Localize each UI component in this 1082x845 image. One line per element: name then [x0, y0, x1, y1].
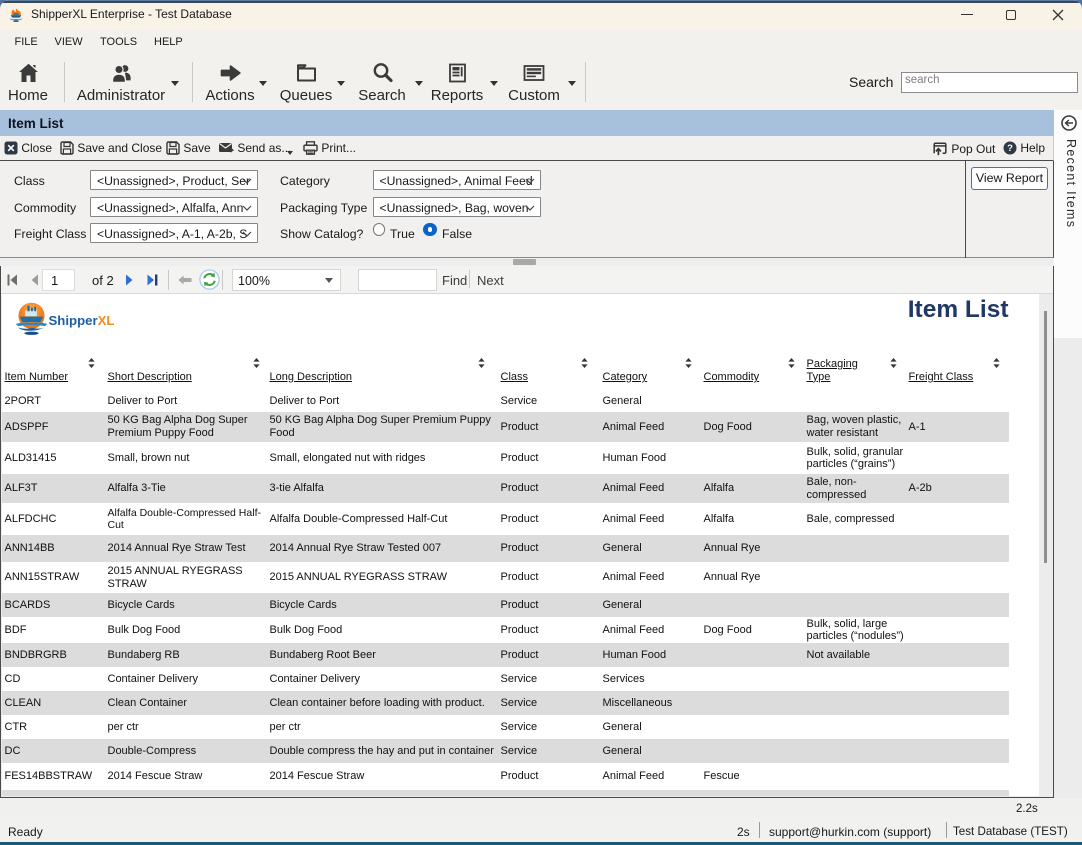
svg-text:?: ?: [1007, 143, 1013, 154]
